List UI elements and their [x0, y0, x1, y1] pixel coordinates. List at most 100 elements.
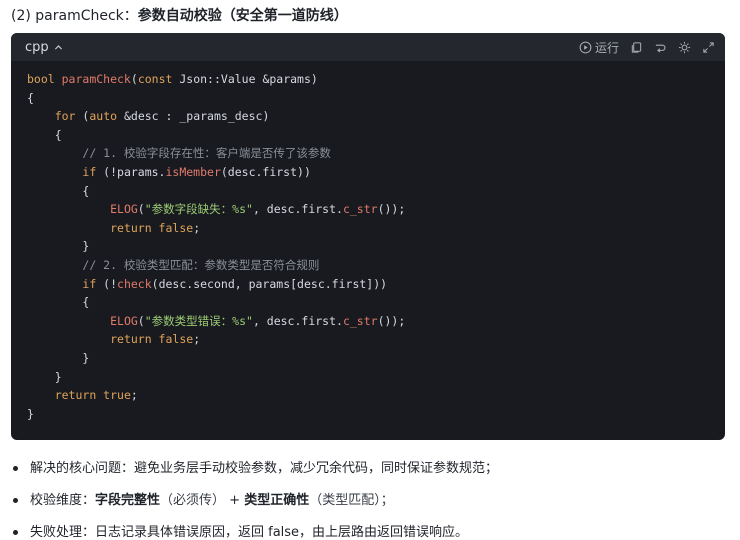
bullet-text: （类型匹配）； [309, 493, 394, 508]
bullet-text: + [225, 493, 245, 508]
code-toolbar: 运行 [579, 33, 715, 61]
code-token: isMember [165, 164, 221, 179]
chevron-up-icon [54, 44, 62, 50]
expand-button[interactable] [702, 41, 715, 54]
bullet-list: 解决的核心问题：避免业务层手动校验参数，减少冗余代码，同时保证参数规范； 校验维度… [11, 454, 731, 540]
code-token: { [27, 183, 90, 198]
code-line: { [27, 293, 725, 312]
theme-icon [678, 41, 691, 53]
code-token: if [82, 164, 104, 179]
code-token: { [27, 90, 34, 105]
code-token: } [27, 239, 90, 254]
code-token: auto [89, 109, 124, 124]
bullet-emphasis: 类型正确性 [244, 493, 310, 508]
code-token: return true [54, 388, 131, 403]
code-token: "参数字段缺失：%s" [144, 202, 253, 217]
code-token: c_str [342, 202, 378, 217]
language-toggle[interactable]: cpp [25, 40, 63, 55]
code-token: (desc.second, params[desc.first])) [151, 276, 388, 291]
bullet-item: 解决的核心问题：避免业务层手动校验参数，减少冗余代码，同时保证参数规范； [11, 454, 731, 486]
code-token: ()); [377, 202, 406, 217]
code-token: &desc : _params_desc) [123, 109, 270, 124]
heading-prefix: (2) paramCheck： [11, 8, 138, 24]
code-token: ; [130, 388, 138, 403]
code-token: (desc.first)) [220, 164, 311, 179]
bullet-item: 失败处理：日志记录具体错误原因，返回 false，由上层路由返回错误响应。 [11, 518, 731, 540]
wrap-icon [655, 44, 666, 52]
code-token: (!params. [103, 164, 166, 179]
code-token: check [117, 276, 152, 291]
bullet-text: 校验维度： [30, 493, 96, 508]
theme-button[interactable] [678, 41, 691, 54]
code-token: ELOG [110, 202, 138, 217]
code-token: ( [130, 72, 138, 86]
code-line: { [27, 126, 725, 145]
code-line: // 1. 校验字段存在性：客户端是否传了该参数 [27, 144, 725, 163]
code-token: ; [193, 220, 201, 235]
code-token: } [27, 406, 34, 421]
code-line: return false; [27, 330, 725, 349]
expand-icon [703, 41, 714, 53]
wrap-button[interactable] [654, 41, 667, 54]
code-token: ( [137, 202, 145, 217]
play-icon [579, 41, 592, 53]
bullet-text: 解决的核心问题：避免业务层手动校验参数，减少冗余代码，同时保证参数规范； [30, 461, 499, 476]
heading-title: 参数自动校验（安全第一道防线） [137, 8, 348, 24]
code-token: return false [110, 220, 194, 235]
copy-icon [631, 41, 642, 53]
run-label: 运行 [594, 40, 619, 55]
code-token: return false [110, 332, 194, 347]
bullet-item: 校验维度：字段完整性（必须传） + 类型正确性（类型匹配）； [11, 486, 731, 518]
code-line: for (auto &desc : _params_desc) [27, 107, 725, 126]
code-line: return false; [27, 219, 725, 238]
copy-button[interactable] [630, 41, 643, 54]
code-token: const [137, 72, 180, 86]
code-line: } [27, 237, 725, 256]
code-line: bool paramCheck(const Json::Value &param… [27, 70, 725, 89]
code-line: return true; [27, 386, 725, 405]
code-token: ; [193, 332, 201, 347]
code-token: for [54, 109, 83, 124]
bullet-emphasis: 字段完整性 [95, 493, 161, 508]
code-token: if [82, 276, 104, 291]
code-token: } [27, 350, 90, 365]
code-line: if (!params.isMember(desc.first)) [27, 163, 725, 182]
code-line: if (!check(desc.second, params[desc.firs… [27, 275, 725, 294]
code-token: bool [27, 72, 62, 86]
run-button[interactable]: 运行 [579, 39, 619, 56]
code-token: { [27, 295, 90, 310]
code-header: cpp 运行 [11, 33, 725, 61]
code-token: , desc.first. [252, 313, 343, 328]
code-line: } [27, 405, 725, 424]
bullet-text: 失败处理：日志记录具体错误原因，返回 false，由上层路由返回错误响应。 [30, 525, 469, 540]
code-line: // 2. 校验类型匹配：参数类型是否符合规则 [27, 256, 725, 275]
code-token: // 2. 校验类型匹配：参数类型是否符合规则 [82, 257, 320, 272]
code-token: "参数类型错误：%s" [144, 313, 253, 328]
section-heading: (2) paramCheck：参数自动校验（安全第一道防线） [11, 6, 348, 26]
code-token: , desc.first. [252, 202, 343, 217]
code-block: cpp 运行 bool paramCheck(const Json::Value… [11, 33, 725, 440]
bullet-text: （必须传） [160, 493, 226, 508]
code-token: c_str [342, 313, 378, 328]
code-token: (! [103, 276, 118, 291]
code-token: ()); [377, 313, 406, 328]
code-token: // 1. 校验字段存在性：客户端是否传了该参数 [82, 146, 331, 161]
code-line: } [27, 349, 725, 368]
code-body[interactable]: bool paramCheck(const Json::Value &param… [11, 61, 725, 423]
code-token: paramCheck [61, 72, 131, 86]
code-line: { [27, 89, 725, 108]
code-line: } [27, 368, 725, 387]
code-token: Json::Value &params) [179, 72, 318, 86]
code-line: { [27, 182, 725, 201]
code-line: ELOG("参数类型错误：%s", desc.first.c_str()); [27, 312, 725, 331]
code-token: { [27, 127, 62, 142]
